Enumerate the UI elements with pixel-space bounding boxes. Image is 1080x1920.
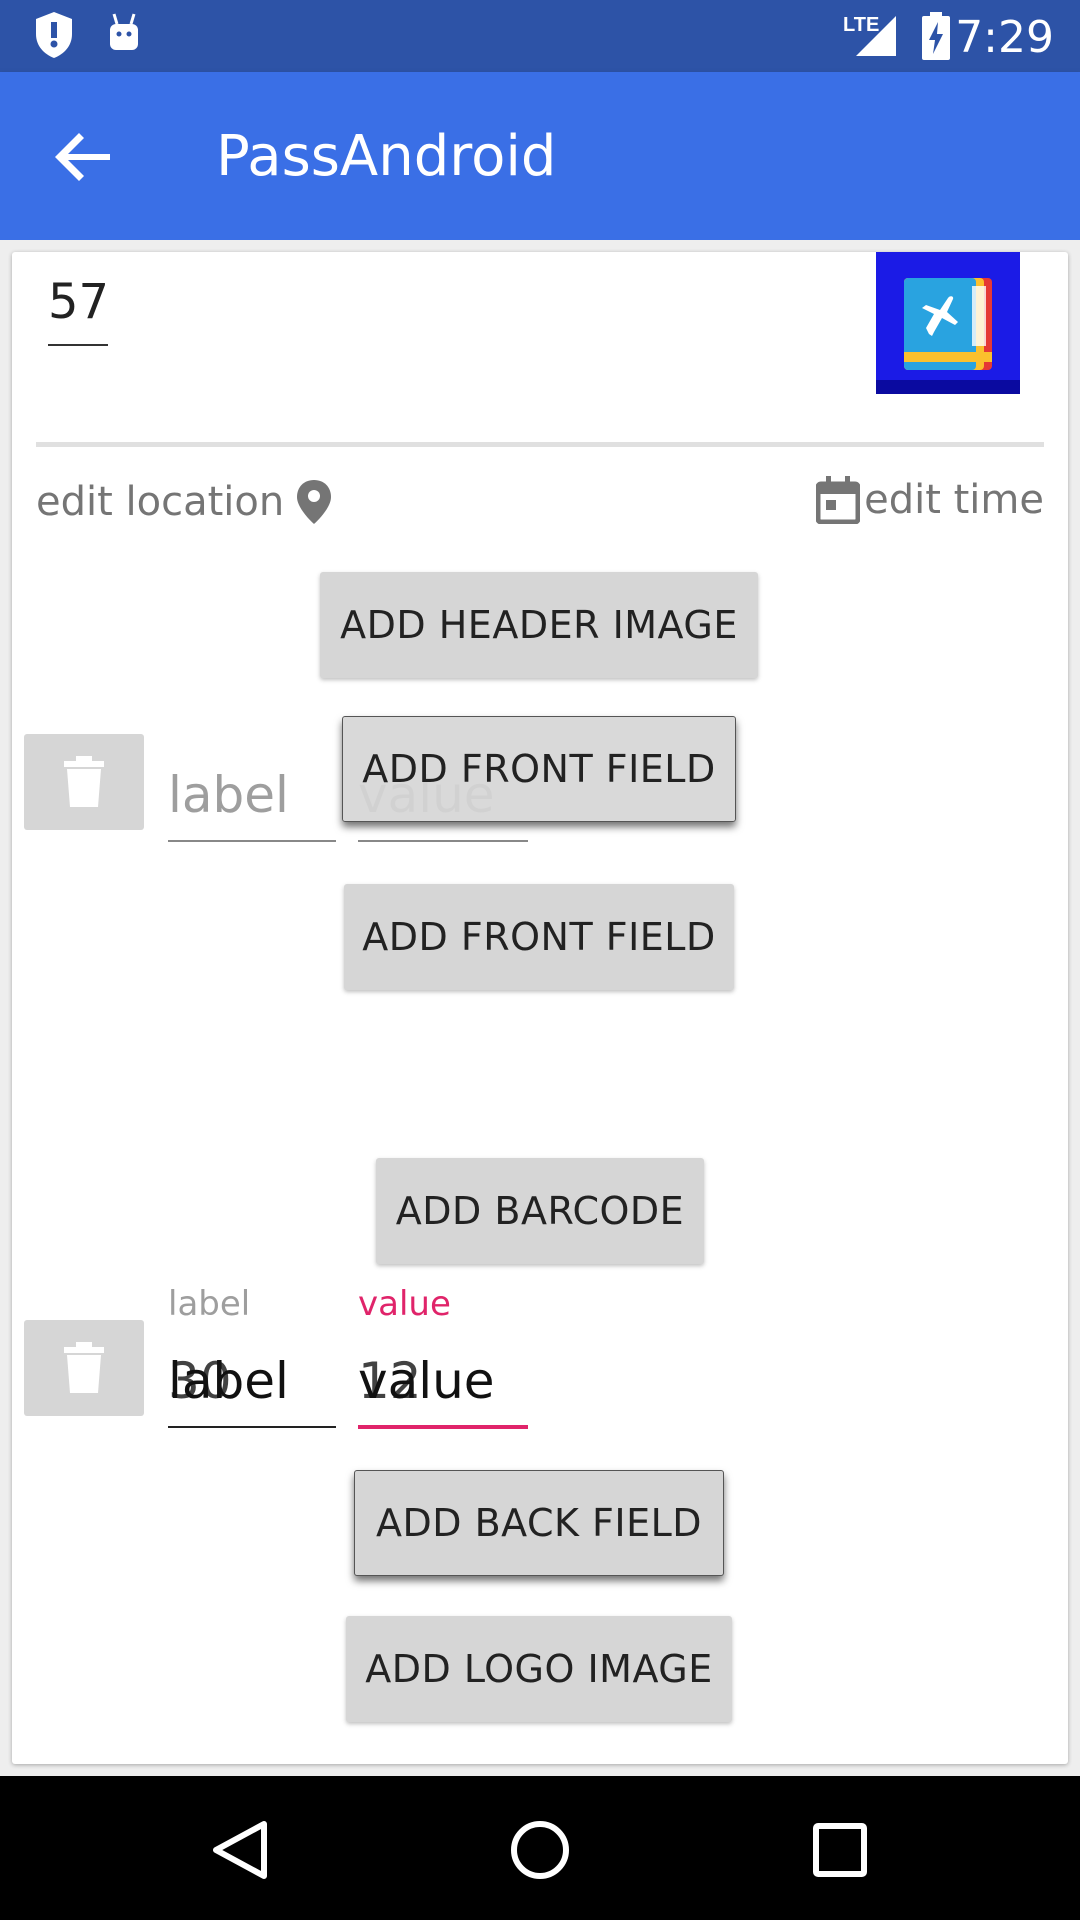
battery-charging-icon (920, 12, 952, 65)
nav-recents-button[interactable] (800, 1810, 880, 1890)
back-button[interactable] (50, 122, 120, 192)
back-field-label-underline (168, 1426, 336, 1428)
app-bar: PassAndroid (0, 72, 1080, 240)
trash-icon (64, 756, 104, 807)
front-field-label-input[interactable]: label (168, 766, 289, 824)
navigation-bar (0, 1776, 1080, 1920)
edit-time-label: edit time (864, 477, 1044, 523)
delete-back-field-button[interactable] (24, 1320, 144, 1416)
delete-front-field-button[interactable] (24, 734, 144, 830)
shield-alert-icon (32, 10, 76, 65)
add-back-field-button[interactable]: ADD BACK FIELD (354, 1470, 724, 1576)
back-triangle-icon (213, 1821, 267, 1879)
signal-icon (852, 14, 898, 63)
add-front-field-button-dragging[interactable]: ADD FRONT FIELD (342, 716, 736, 822)
back-field-label-hint: label (168, 1284, 251, 1324)
description-underline (48, 344, 108, 346)
add-logo-image-button[interactable]: ADD LOGO IMAGE (346, 1616, 732, 1722)
back-field-label-input[interactable]: label (168, 1352, 289, 1410)
arrow-back-icon (55, 133, 110, 181)
edit-location-label: edit location (36, 479, 285, 525)
recents-square-icon (813, 1823, 867, 1877)
nav-back-button[interactable] (202, 1810, 282, 1890)
trash-icon (64, 1342, 104, 1393)
page-title: PassAndroid (216, 124, 557, 189)
edit-time-link[interactable]: edit time (816, 476, 1044, 524)
back-field-value-input[interactable]: value (358, 1352, 495, 1410)
calendar-icon (816, 476, 861, 524)
edit-location-link[interactable]: edit location (36, 478, 334, 526)
pass-icon-image[interactable] (876, 252, 1020, 394)
front-field-label-underline (168, 840, 336, 842)
back-field-value-underline (358, 1425, 528, 1429)
status-bar: LTE 7:29 (0, 0, 1080, 72)
add-front-field-button[interactable]: ADD FRONT FIELD (344, 884, 734, 990)
nav-home-button[interactable] (500, 1810, 580, 1890)
clock: 7:29 (955, 12, 1054, 63)
divider (36, 442, 1044, 447)
add-header-image-button[interactable]: ADD HEADER IMAGE (320, 572, 758, 678)
android-icon (104, 10, 144, 63)
home-circle-icon (511, 1821, 569, 1879)
back-field-value-hint: value (358, 1284, 451, 1324)
description-field[interactable]: 57 (48, 274, 109, 330)
airplane-pass-icon (876, 278, 1020, 394)
front-field-value-underline (358, 840, 528, 842)
add-barcode-button[interactable]: ADD BARCODE (376, 1158, 704, 1264)
location-pin-icon (297, 480, 332, 524)
